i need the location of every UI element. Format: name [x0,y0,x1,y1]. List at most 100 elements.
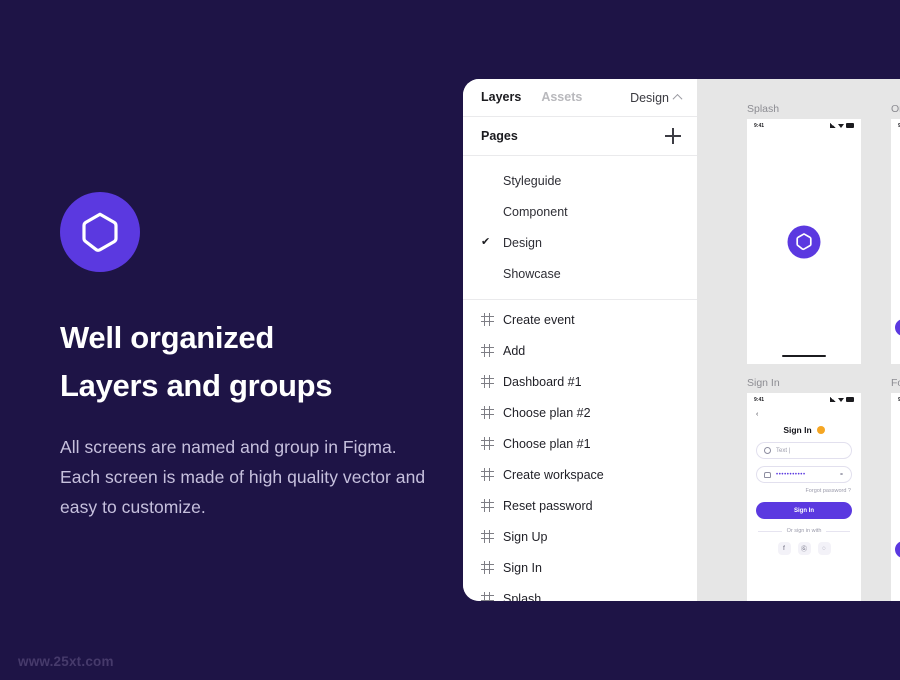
page-item-component[interactable]: ✔ Component [463,196,697,227]
decorative-blob [895,319,900,336]
frame-name-label[interactable]: On [891,103,900,115]
page-item-overview[interactable]: ✔ Overview [463,156,697,165]
mode-dropdown-label: Design [630,90,669,105]
home-indicator [782,354,826,357]
signal-icon [830,123,836,128]
figma-canvas[interactable]: Splash 9:41 O 9 Sign In 9:41 ‹ Sign In T… [697,79,900,601]
google-icon[interactable]: Ⓖ [797,542,811,555]
social-buttons: f Ⓖ ◌ [747,542,861,555]
frame-icon [481,437,494,450]
panel-tab-bar: Layers Assets Design [463,79,697,116]
wifi-icon [838,123,844,128]
frame-name-label[interactable]: Sign In [747,377,861,389]
page-item-label: Design [503,235,542,250]
check-icon: ✔ [481,236,491,248]
tab-layers[interactable]: Layers [481,91,521,104]
promo-title-line2: Layers and groups [60,368,333,403]
canvas-frame-signin[interactable]: Sign In 9:41 ‹ Sign In Text | ••••••••••… [747,377,861,601]
phone-mockup-splash: 9:41 [747,119,861,364]
pages-list-inner: ✔ Overview ✔ Styleguide ✔ Component ✔ De… [463,156,697,289]
layer-item-label: Create workspace [503,467,604,482]
status-bar: 9:41 [747,119,861,132]
status-time: 9:41 [754,122,765,129]
frame-icon [481,468,494,481]
signin-title-row: Sign In [747,425,861,435]
phone-mockup-onboarding: 9:41 [891,119,900,364]
promo-title-line1: Well organized [60,320,274,355]
canvas-frame-splash[interactable]: Splash 9:41 [747,103,861,364]
email-field-value: Text | [776,447,791,454]
frame-icon [481,375,494,388]
user-icon [764,447,771,454]
frame-name-label[interactable]: Splash [747,103,861,115]
pages-label: Pages [481,129,518,143]
layer-item-reset-password[interactable]: Reset password [463,490,697,521]
layer-item-label: Add [503,343,526,358]
layer-item-sign-up[interactable]: Sign Up [463,521,697,552]
signin-submit-button[interactable]: Sign In [756,502,852,519]
layer-item-label: Sign In [503,560,542,575]
promo-description: All screens are named and group in Figma… [60,437,426,517]
accent-dot-icon [816,426,825,434]
password-field[interactable]: ••••••••••• ⚭ [756,466,852,483]
layer-item-label: Choose plan #2 [503,405,591,420]
frame-icon [481,561,494,574]
layer-item-sign-in[interactable]: Sign In [463,552,697,583]
figma-window: Layers Assets Design Pages ✔ Overview ✔ [463,79,900,601]
status-bar: 9:41 [891,393,900,406]
layer-item-choose-plan-2[interactable]: Choose plan #2 [463,397,697,428]
layer-item-dashboard-1[interactable]: Dashboard #1 [463,366,697,397]
page-item-design[interactable]: ✔ Design [463,227,697,258]
layer-item-label: Create event [503,312,575,327]
chevron-left-icon[interactable]: ‹ [756,411,861,418]
chevron-up-icon [672,93,683,104]
apple-icon[interactable]: ◌ [817,542,831,555]
layer-item-choose-plan-1[interactable]: Choose plan #1 [463,428,697,459]
mode-dropdown[interactable]: Design [630,90,683,105]
page-item-styleguide[interactable]: ✔ Styleguide [463,165,697,196]
social-divider: Or sign in with [758,528,851,534]
layer-item-create-workspace[interactable]: Create workspace [463,459,697,490]
page-item-label: Styleguide [503,173,562,188]
battery-icon [846,123,854,128]
phone-mockup-forgot-password: 9:41 [891,393,900,601]
layer-item-label: Reset password [503,498,593,513]
signin-title: Sign In [783,425,812,435]
layer-item-splash[interactable]: Splash [463,583,697,601]
status-icons [830,397,854,402]
pages-list[interactable]: ✔ Overview ✔ Styleguide ✔ Component ✔ De… [463,156,697,298]
eye-off-icon[interactable]: ⚭ [839,471,844,478]
phone-mockup-signin: 9:41 ‹ Sign In Text | ••••••••••• ⚭ Forg… [747,393,861,601]
promo-pane: Well organized Layers and groups All scr… [60,192,430,522]
plus-icon[interactable] [665,128,681,144]
forgot-password-link[interactable]: Forgot password ? [747,488,851,494]
wifi-icon [838,397,844,402]
status-bar: 9:41 [747,393,861,406]
layer-item-label: Choose plan #1 [503,436,591,451]
pages-header: Pages [463,117,697,155]
lock-icon [764,471,771,478]
page-title: Well organized Layers and groups [60,314,430,410]
layer-item-add[interactable]: Add [463,335,697,366]
check-icon: ✔ [481,268,495,279]
check-icon: ✔ [481,175,495,186]
signal-icon [830,397,836,402]
frame-icon [481,344,494,357]
canvas-frame-onboarding[interactable]: On 9:41 [891,103,900,364]
page-item-showcase[interactable]: ✔ Showcase [463,258,697,289]
facebook-icon[interactable]: f [777,542,791,555]
email-field[interactable]: Text | [756,442,852,459]
layers-panel: Layers Assets Design Pages ✔ Overview ✔ [463,79,697,601]
watermark: www.25xt.com [18,654,114,669]
decorative-blob [895,541,900,558]
canvas-frame-forgot-password[interactable]: Fo 9:41 [891,377,900,601]
frame-name-label[interactable]: Fo [891,377,900,389]
layer-item-label: Splash [503,591,542,602]
frame-icon [481,406,494,419]
page-item-label: Overview [503,156,555,157]
status-bar: 9:41 [891,119,900,132]
layers-list[interactable]: Create event Add Dashboard #1 Choose pla… [463,300,697,601]
tab-assets[interactable]: Assets [541,91,582,104]
divider-line-right [826,530,851,532]
layer-item-create-event[interactable]: Create event [463,304,697,335]
